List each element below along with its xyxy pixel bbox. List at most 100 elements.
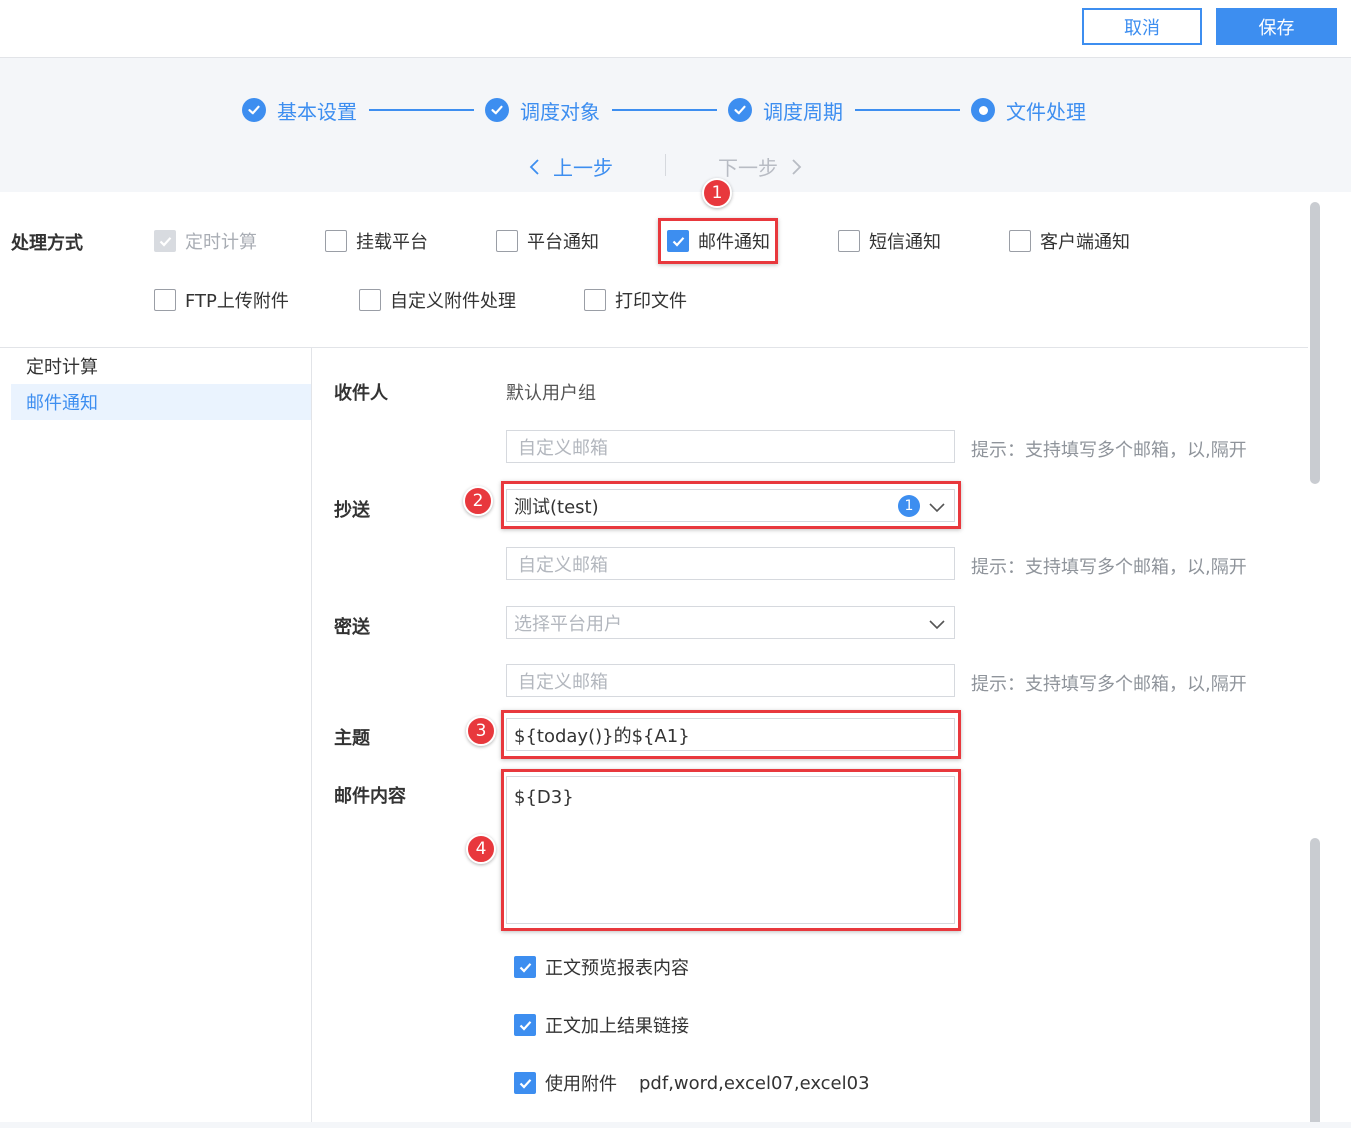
checkbox-label: 正文预览报表内容	[545, 958, 689, 979]
annotation-marker-2: 2	[463, 486, 493, 516]
attachment-formats[interactable]: pdf,word,excel07,excel03	[639, 1073, 870, 1094]
bcc-user-select[interactable]: 选择平台用户	[506, 606, 955, 639]
scrollbar[interactable]	[1310, 202, 1320, 1128]
checkbox-checked-icon	[514, 1014, 536, 1036]
sidebar-item-email-notify[interactable]: 邮件通知	[11, 384, 311, 420]
checkbox-label: 平台通知	[527, 232, 599, 253]
step-label: 基本设置	[277, 99, 357, 124]
step-file-processing[interactable]: 文件处理	[971, 95, 1086, 125]
cc-user-select[interactable]: 测试(test) 1	[506, 489, 955, 522]
step-schedule-object[interactable]: 调度对象	[485, 95, 600, 125]
preview-report-checkbox[interactable]: 正文预览报表内容	[514, 954, 689, 980]
recipient-hint: 提示：支持填写多个邮箱，以,隔开	[971, 440, 1247, 461]
method-mount-platform-checkbox[interactable]: 挂载平台	[325, 228, 428, 254]
checkbox-label: 定时计算	[185, 232, 257, 253]
recipient-custom-email-input[interactable]: 自定义邮箱	[506, 430, 955, 463]
stepper: 基本设置 调度对象 调度周期 文件处理 上一步 下一步	[0, 58, 1351, 192]
save-button[interactable]: 保存	[1216, 8, 1337, 45]
subject-input[interactable]: ${today()}的${A1}	[506, 718, 955, 751]
annotation-marker-3: 3	[466, 716, 496, 746]
prev-step-label: 上一步	[553, 156, 613, 180]
method-email-notify-checkbox[interactable]: 邮件通知	[667, 228, 770, 254]
input-placeholder: 自定义邮箱	[518, 437, 608, 459]
method-sms-notify-checkbox[interactable]: 短信通知	[838, 228, 941, 254]
method-client-notify-checkbox[interactable]: 客户端通知	[1009, 228, 1130, 254]
checkbox-checked-icon	[154, 230, 176, 252]
content-textarea[interactable]: ${D3}	[506, 776, 955, 924]
cc-count-badge: 1	[898, 495, 920, 517]
checkbox-label: 短信通知	[869, 232, 941, 253]
input-placeholder: 自定义邮箱	[518, 554, 608, 576]
chevron-right-icon	[792, 158, 802, 175]
checkbox-label: 自定义附件处理	[390, 291, 516, 312]
content-label: 邮件内容	[334, 786, 406, 807]
check-circle-icon	[728, 98, 752, 122]
cc-label: 抄送	[334, 500, 370, 521]
method-ftp-upload-checkbox[interactable]: FTP上传附件	[154, 287, 289, 313]
subject-value: ${today()}的${A1}	[514, 725, 690, 747]
bcc-hint: 提示：支持填写多个邮箱，以,隔开	[971, 674, 1247, 695]
checkbox-checked-icon	[514, 1072, 536, 1094]
annotation-marker-4: 4	[466, 834, 496, 864]
recipient-default-group: 默认用户组	[506, 383, 596, 404]
checkbox-label: 挂载平台	[356, 232, 428, 253]
checkbox-icon	[838, 230, 860, 252]
method-custom-attachment-checkbox[interactable]: 自定义附件处理	[359, 287, 516, 313]
chevron-left-icon	[529, 158, 539, 175]
checkbox-label: 客户端通知	[1040, 232, 1130, 253]
bcc-label: 密送	[334, 617, 370, 638]
next-step-button[interactable]: 下一步	[718, 152, 804, 181]
checkbox-label: 使用附件	[545, 1074, 617, 1095]
checkbox-icon	[154, 289, 176, 311]
check-circle-icon	[485, 98, 509, 122]
bcc-custom-email-input[interactable]: 自定义邮箱	[506, 664, 955, 697]
cc-custom-email-input[interactable]: 自定义邮箱	[506, 547, 955, 580]
bottom-edge	[0, 1122, 1351, 1128]
checkbox-checked-icon	[667, 230, 689, 252]
cancel-button[interactable]: 取消	[1082, 8, 1202, 45]
subject-label: 主题	[334, 728, 370, 749]
check-circle-icon	[242, 98, 266, 122]
checkbox-icon	[1009, 230, 1031, 252]
checkbox-label: 正文加上结果链接	[545, 1016, 689, 1037]
scrollbar-thumb[interactable]	[1310, 838, 1320, 1128]
step-connector	[855, 109, 960, 111]
top-bar: 取消 保存	[0, 0, 1351, 58]
sidebar-item-scheduled-calc[interactable]: 定时计算	[11, 348, 311, 384]
content-value: ${D3}	[514, 787, 574, 808]
method-print-file-checkbox[interactable]: 打印文件	[584, 287, 687, 313]
checkbox-checked-icon	[514, 956, 536, 978]
checkbox-icon	[584, 289, 606, 311]
checkbox-label: 邮件通知	[698, 232, 770, 253]
method-scheduled-calc-checkbox[interactable]: 定时计算	[154, 228, 257, 254]
processing-method-label: 处理方式	[11, 233, 83, 254]
checkbox-icon	[496, 230, 518, 252]
checkbox-label: FTP上传附件	[185, 291, 289, 312]
step-schedule-period[interactable]: 调度周期	[728, 95, 843, 125]
step-connector	[369, 109, 474, 111]
next-step-label: 下一步	[718, 156, 778, 180]
annotation-marker-1: 1	[702, 178, 732, 208]
cc-selected-value: 测试(test)	[514, 496, 599, 518]
chevron-down-icon	[929, 620, 945, 630]
chevron-down-icon	[929, 503, 945, 513]
checkbox-icon	[325, 230, 347, 252]
method-platform-notify-checkbox[interactable]: 平台通知	[496, 228, 599, 254]
scrollbar-thumb[interactable]	[1310, 202, 1320, 484]
current-step-icon	[971, 98, 995, 122]
step-label: 文件处理	[1006, 99, 1086, 124]
step-connector	[612, 109, 717, 111]
input-placeholder: 自定义邮箱	[518, 671, 608, 693]
checkbox-icon	[359, 289, 381, 311]
nav-divider	[665, 154, 666, 176]
result-link-checkbox[interactable]: 正文加上结果链接	[514, 1012, 689, 1038]
step-basic-settings[interactable]: 基本设置	[242, 95, 357, 125]
recipient-label: 收件人	[334, 383, 388, 404]
prev-step-button[interactable]: 上一步	[527, 152, 613, 181]
cc-hint: 提示：支持填写多个邮箱，以,隔开	[971, 557, 1247, 578]
method-sidebar: 定时计算 邮件通知	[11, 348, 312, 1128]
use-attachment-checkbox[interactable]: 使用附件 pdf,word,excel07,excel03	[514, 1070, 870, 1096]
step-label: 调度周期	[763, 99, 843, 124]
step-label: 调度对象	[520, 99, 600, 124]
checkbox-label: 打印文件	[615, 291, 687, 312]
